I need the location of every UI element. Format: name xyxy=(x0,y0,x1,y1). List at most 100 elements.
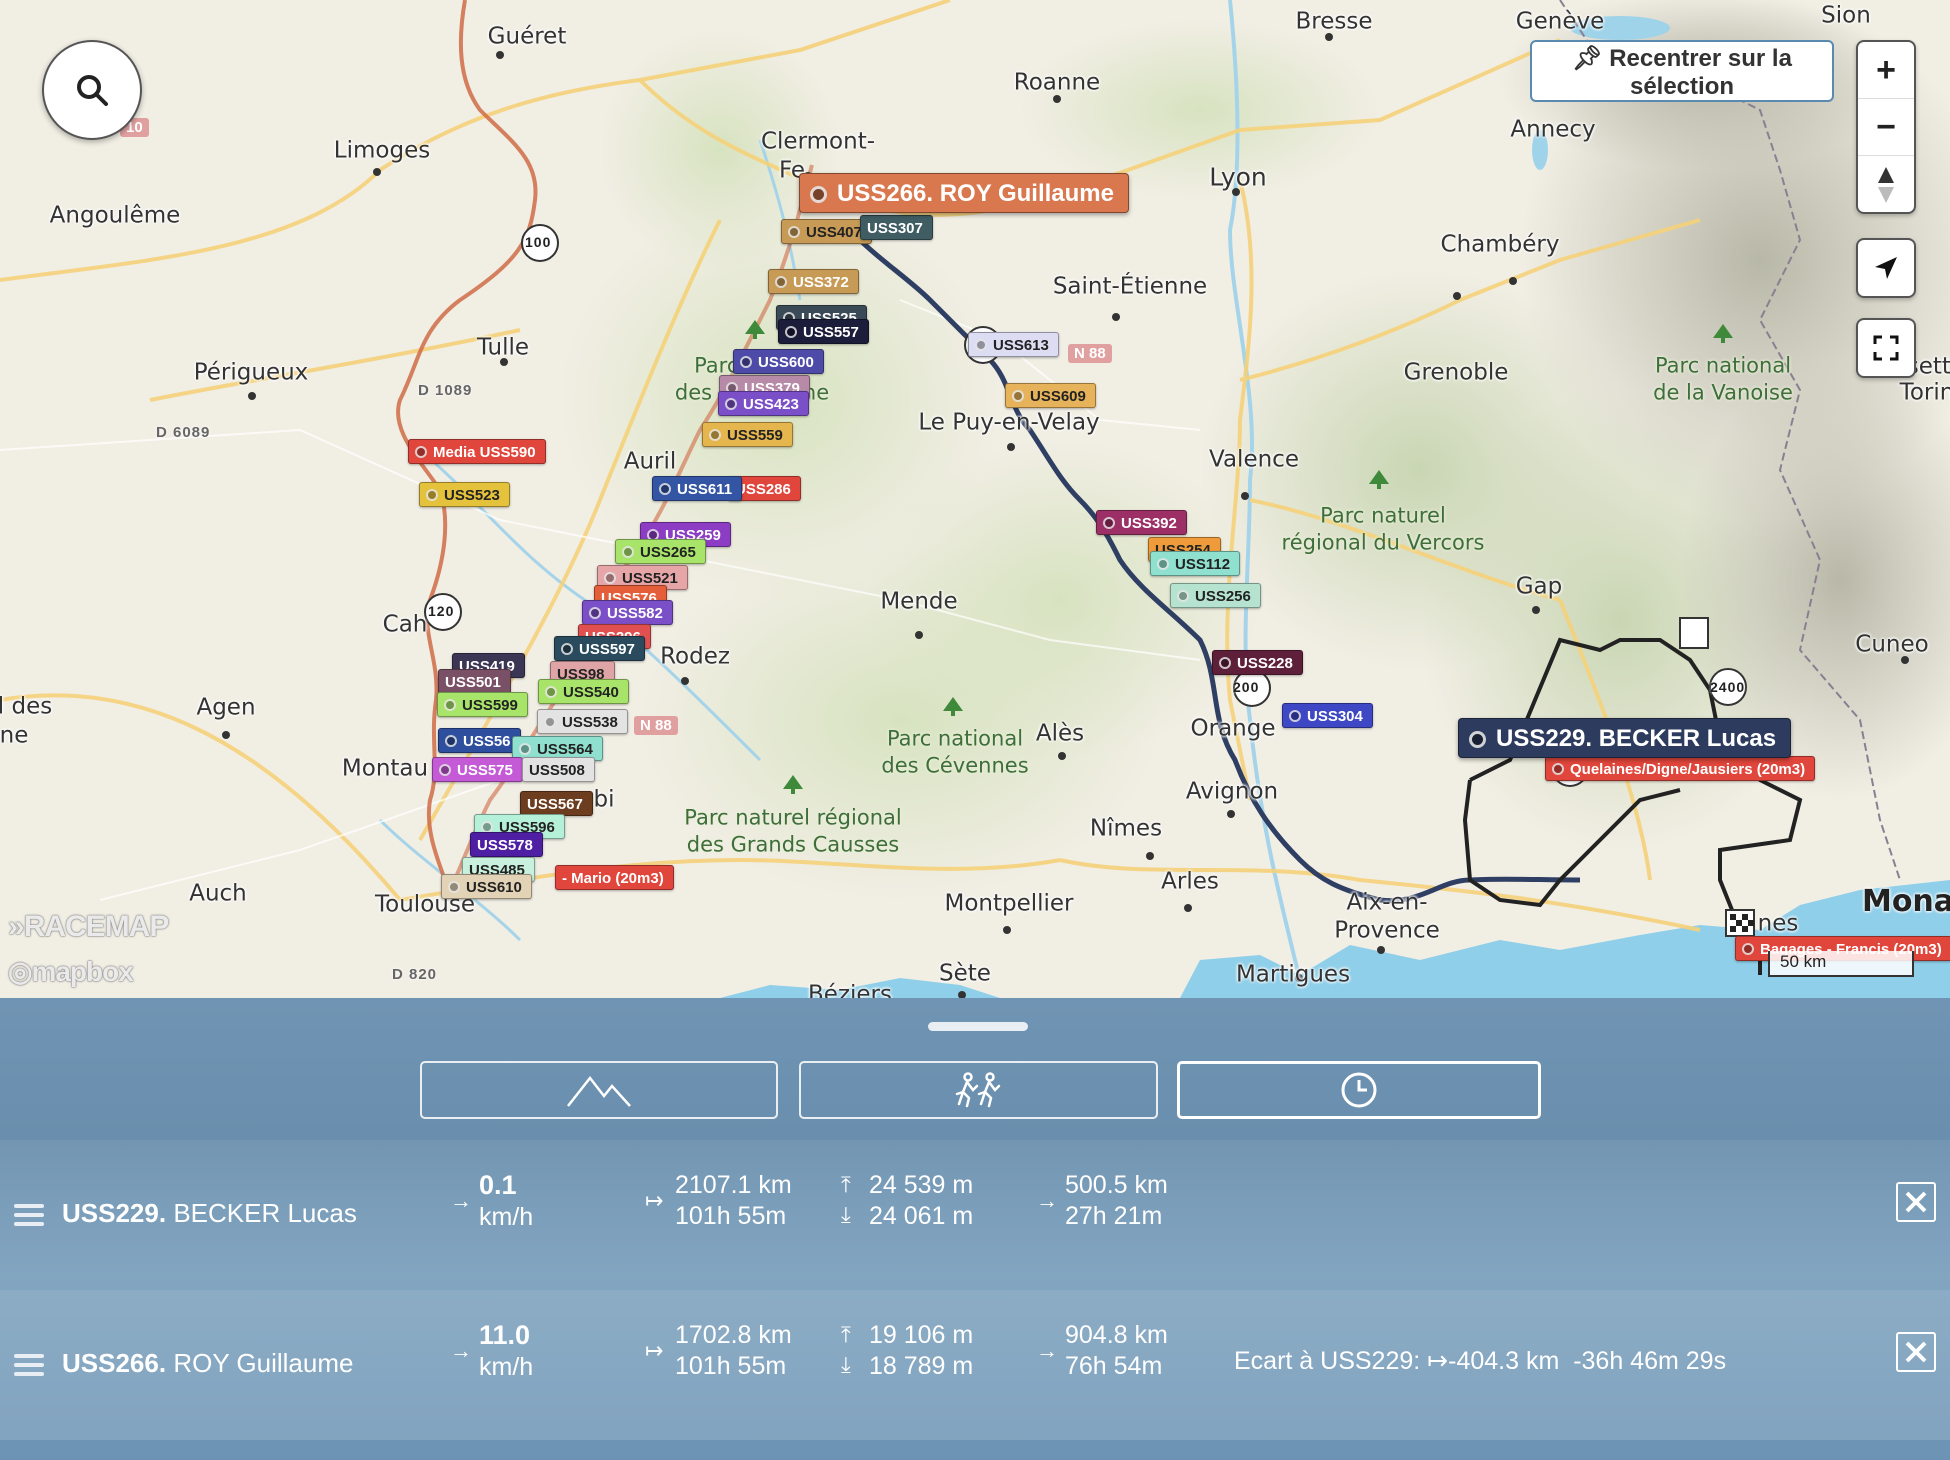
city-auch: Auch xyxy=(189,880,247,907)
runner-marker[interactable]: USS540 xyxy=(538,679,629,704)
runner-name: USS266. ROY Guillaume xyxy=(62,1348,354,1378)
drag-handle-icon[interactable] xyxy=(14,1354,44,1381)
city-annecy: Annecy xyxy=(1510,116,1596,143)
map-canvas[interactable]: Guéret Bresse Genève Sion Roanne Limoges… xyxy=(0,0,1950,998)
speed-arrow-icon: → xyxy=(450,1188,472,1213)
runner-marker[interactable]: USS582 xyxy=(582,600,673,625)
runner-speed: 11.0 km/h xyxy=(479,1320,534,1381)
city-beziers: Béziers xyxy=(808,981,892,998)
city-ales: Alès xyxy=(1035,720,1085,747)
remove-runner-button[interactable] xyxy=(1896,1182,1936,1222)
tab-time[interactable] xyxy=(1177,1061,1541,1119)
zoom-controls: + − xyxy=(1856,40,1916,214)
runner-marker[interactable]: USS228 xyxy=(1212,650,1303,675)
close-icon xyxy=(1905,1191,1927,1213)
shield-2400: 2400 xyxy=(1710,679,1746,695)
city-sete: Sète xyxy=(939,960,991,987)
city-agen: Agen xyxy=(196,694,256,721)
city-provence: Provence xyxy=(1334,917,1440,944)
runner-marker[interactable]: USS112 xyxy=(1150,551,1241,576)
locate-button[interactable] xyxy=(1856,238,1916,298)
tab-elevation[interactable] xyxy=(420,1061,778,1119)
runner-marker[interactable]: USS567 xyxy=(520,791,593,816)
runner-marker[interactable]: USS523 xyxy=(419,482,510,507)
service-marker[interactable]: Quelaines/Digne/Jausiers (20m3) xyxy=(1545,756,1816,781)
search-button[interactable] xyxy=(42,40,142,140)
shield-120: 120 xyxy=(428,603,455,619)
runner-marker[interactable]: USS610 xyxy=(441,874,532,899)
runner-marker[interactable]: USS407 xyxy=(781,219,872,244)
city-saint-etienne: Saint-Étienne xyxy=(1052,273,1208,300)
city-torino: Torin xyxy=(1899,379,1950,406)
runner-marker[interactable]: USS256 xyxy=(1170,583,1261,608)
runner-marker[interactable]: USS501 xyxy=(438,669,511,694)
city-landes-2: ne xyxy=(0,722,29,749)
service-marker[interactable]: - Mario (20m3) xyxy=(555,865,674,890)
city-albi: bi xyxy=(593,786,615,813)
city-arles: Arles xyxy=(1161,868,1219,895)
plus-icon: + xyxy=(1876,50,1896,89)
runner-distance: 2107.1 km 101h 55m xyxy=(675,1171,792,1230)
runner-marker[interactable]: USS56 xyxy=(438,728,521,753)
descent-icon: ⤓ xyxy=(841,1202,851,1227)
runner-marker[interactable]: USS307 xyxy=(860,215,933,240)
runner-marker[interactable]: USS613 xyxy=(968,332,1059,357)
zoom-in-button[interactable]: + xyxy=(1858,42,1914,99)
runner-marker[interactable]: USS578 xyxy=(470,832,543,857)
search-icon xyxy=(77,75,108,106)
city-lyon: Lyon xyxy=(1209,162,1267,192)
runner-marker[interactable]: USS599 xyxy=(437,692,528,717)
runner-marker[interactable]: USS575 xyxy=(432,757,523,782)
recenter-button[interactable]: 📌︎ Recentrer sur la sélection xyxy=(1530,40,1834,102)
runner-marker[interactable]: USS559 xyxy=(702,422,793,447)
park-vanoise: Parc national de la Vanoise xyxy=(1653,353,1793,405)
zoom-out-button[interactable]: − xyxy=(1858,99,1914,156)
runner-marker[interactable]: USS372 xyxy=(768,269,859,294)
city-montpellier: Montpellier xyxy=(944,890,1074,917)
road-d6089: D 6089 xyxy=(156,424,211,441)
media-marker[interactable]: Media USS590 xyxy=(408,439,546,464)
city-monaco: Mona xyxy=(1861,884,1950,919)
runner-marker[interactable]: USS557 xyxy=(778,319,869,344)
runner-marker[interactable]: USS611 xyxy=(652,476,743,501)
city-mende: Mende xyxy=(880,588,958,615)
city-aix: Aix-en- xyxy=(1346,889,1428,916)
runner-marker[interactable]: USS304 xyxy=(1282,703,1373,728)
compass-button[interactable] xyxy=(1858,156,1914,213)
panel-drag-handle[interactable] xyxy=(928,1022,1028,1031)
city-geneve: Genève xyxy=(1515,8,1605,35)
runner-marker[interactable]: USS609 xyxy=(1005,383,1096,408)
selected-runner-marker[interactable]: USS266. ROY Guillaume xyxy=(799,173,1129,213)
runner-marker[interactable]: USS392 xyxy=(1096,510,1187,535)
runner-speed: 0.1 km/h xyxy=(479,1170,534,1231)
city-martigues: Martigues xyxy=(1235,961,1351,988)
city-gueret: Guéret xyxy=(487,23,567,50)
runner-marker[interactable]: USS508 xyxy=(522,757,595,782)
runner-marker[interactable]: USS265 xyxy=(615,539,706,564)
drag-handle-icon[interactable] xyxy=(14,1204,44,1231)
tab-runners[interactable] xyxy=(799,1061,1158,1119)
mapbox-icon: ◎ xyxy=(8,956,32,987)
runner-elevation: 19 106 m 18 789 m xyxy=(869,1321,974,1380)
scale-bar: 50 km xyxy=(1768,951,1914,977)
road-d820: D 820 xyxy=(392,966,438,983)
city-aurillac: Auril xyxy=(623,448,677,475)
city-angouleme: Angoulême xyxy=(49,202,181,229)
runner-row[interactable]: USS266. ROY Guillaume → 11.0 km/h ↦ 1702.… xyxy=(0,1290,1950,1440)
remove-runner-button[interactable] xyxy=(1896,1332,1936,1372)
runner-marker[interactable]: USS538 xyxy=(537,709,628,734)
runner-marker[interactable]: USS423 xyxy=(718,391,809,416)
runner-marker[interactable]: USS597 xyxy=(554,636,645,661)
runner-row[interactable]: USS229. BECKER Lucas → 0.1 km/h ↦ 2107.1 … xyxy=(0,1140,1950,1290)
distance-arrow-icon: ↦ xyxy=(645,1188,664,1213)
distance-arrow-icon: ↦ xyxy=(645,1338,664,1363)
runner-marker[interactable]: USS600 xyxy=(733,349,824,374)
city-cuneo: Cuneo xyxy=(1855,631,1929,658)
selected-runner-marker[interactable]: USS229. BECKER Lucas xyxy=(1458,718,1792,758)
road-d1089: D 1089 xyxy=(418,382,473,399)
city-tulle: Tulle xyxy=(476,334,530,361)
fullscreen-button[interactable] xyxy=(1856,318,1916,378)
city-limoges: Limoges xyxy=(333,137,431,164)
city-cahors: Cah xyxy=(382,611,428,638)
remaining-arrow-icon: → xyxy=(1036,1188,1058,1213)
